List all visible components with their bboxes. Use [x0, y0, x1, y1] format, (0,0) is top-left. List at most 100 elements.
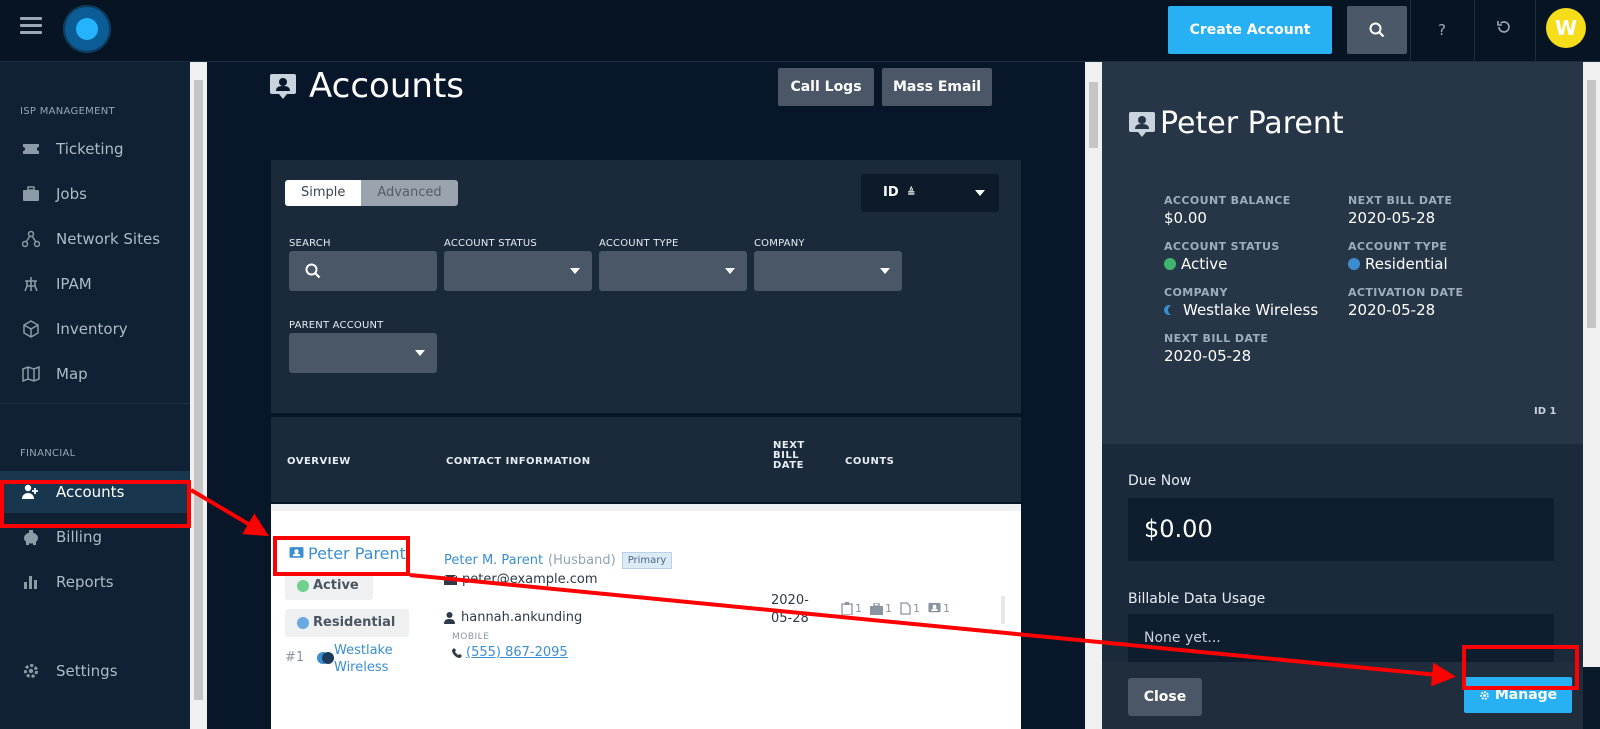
column-contact[interactable]: CONTACT INFORMATION [446, 456, 591, 467]
account-status-label: ACCOUNT STATUS [444, 238, 537, 249]
search-mode-toggle: Simple Advanced [285, 180, 458, 206]
field-value: Active [1164, 255, 1227, 273]
search-icon [305, 263, 321, 279]
sidebar-item-jobs[interactable]: Jobs [0, 173, 190, 215]
sidebar-item-label: IPAM [56, 275, 92, 293]
hamburger-menu-icon[interactable] [20, 17, 42, 35]
sidebar-item-label: Inventory [56, 320, 128, 338]
close-button[interactable]: Close [1128, 678, 1202, 716]
scrollbar-thumb[interactable] [194, 80, 203, 700]
column-counts[interactable]: COUNTS [845, 456, 894, 467]
company-link-line: Westlake [334, 643, 393, 658]
column-overview[interactable]: OVERVIEW [287, 456, 351, 467]
sidebar-item-label: Billing [56, 528, 102, 546]
email-text: peter@example.com [462, 572, 598, 587]
account-card-icon [928, 602, 941, 613]
app-logo[interactable] [63, 5, 111, 53]
type-text: Residential [313, 615, 396, 630]
sidebar-item-ticketing[interactable]: Ticketing [0, 128, 190, 170]
user-icon [444, 611, 455, 624]
search-button[interactable] [1347, 6, 1407, 54]
table-row[interactable]: Peter Parent Active Residential #1 Westl… [271, 504, 1021, 729]
ticket-icon [22, 140, 40, 158]
count-value: 1 [943, 602, 950, 615]
sidebar-item-label: Reports [56, 573, 114, 591]
field-label: ACCOUNT STATUS [1164, 240, 1280, 253]
gear-icon [22, 662, 40, 680]
parent-account-select[interactable] [289, 333, 437, 373]
account-type-select[interactable] [599, 251, 747, 291]
chevron-down-icon [975, 190, 985, 196]
sidebar-item-map[interactable]: Map [0, 353, 190, 395]
row-top-strip [271, 504, 1021, 511]
sidebar-item-accounts[interactable]: Accounts [0, 471, 190, 513]
scrollbar-thumb[interactable] [1587, 80, 1596, 328]
divider [1535, 0, 1536, 62]
account-status-select[interactable] [444, 251, 592, 291]
sort-dropdown[interactable]: ID ≜ [861, 174, 999, 212]
account-detail-panel: Peter Parent ACCOUNT BALANCE $0.00 NEXT … [1102, 62, 1583, 729]
company-link[interactable]: Westlake Wireless [334, 642, 393, 676]
sidebar-item-ipam[interactable]: IPAM [0, 263, 190, 305]
help-icon[interactable]: ? [1430, 18, 1454, 42]
scrollbar-thumb[interactable] [1089, 82, 1098, 148]
sort-label: ID [883, 185, 899, 200]
usage-label: Billable Data Usage [1128, 591, 1266, 607]
account-name[interactable]: Peter Parent [308, 544, 406, 563]
history-icon[interactable] [1492, 18, 1516, 42]
toggle-advanced[interactable]: Advanced [361, 180, 458, 206]
field-value-text: Active [1181, 255, 1228, 273]
sidebar-item-label: Settings [56, 662, 118, 680]
field-value-text: $0.00 [1164, 209, 1207, 227]
field-value: Residential [1348, 255, 1448, 273]
column-next-bill-date[interactable]: NEXT BILL DATE [773, 441, 805, 471]
chevron-down-icon [725, 268, 735, 274]
mass-email-button[interactable]: Mass Email [882, 68, 992, 106]
search-input[interactable] [289, 251, 437, 291]
divider [1410, 0, 1411, 62]
box-icon [22, 320, 40, 338]
contact-username: hannah.ankunding [444, 610, 582, 625]
toggle-simple[interactable]: Simple [285, 180, 362, 206]
sidebar-item-network-sites[interactable]: Network Sites [0, 218, 190, 260]
usage-value: None yet... [1128, 614, 1554, 662]
type-badge: Residential [285, 609, 410, 637]
search-label: SEARCH [289, 238, 331, 249]
main-scrollbar[interactable] [1085, 62, 1102, 729]
sidebar-item-inventory[interactable]: Inventory [0, 308, 190, 350]
field-value: $0.00 [1164, 209, 1207, 227]
user-avatar[interactable]: W [1546, 8, 1586, 48]
manage-button-label: Manage [1494, 687, 1558, 703]
account-name-link[interactable]: Peter Parent [289, 544, 406, 563]
count-value: 1 [855, 602, 862, 615]
username-text: hannah.ankunding [461, 610, 583, 625]
manage-button[interactable]: Manage [1464, 677, 1572, 713]
call-logs-button[interactable]: Call Logs [778, 68, 874, 106]
sidebar-section-isp: ISP MANAGEMENT [20, 106, 115, 117]
field-label: ACTIVATION DATE [1348, 286, 1464, 299]
contact-phone: (555) 867-2095 [452, 645, 568, 660]
field-value-text: 2020-05-28 [1164, 347, 1252, 365]
sidebar-item-reports[interactable]: Reports [0, 561, 190, 603]
field-value-text: 2020-05-28 [1348, 301, 1436, 319]
row-scrollbar[interactable] [1001, 596, 1005, 624]
network-icon [22, 230, 40, 248]
company-select[interactable] [754, 251, 902, 291]
sidebar-item-settings[interactable]: Settings [0, 650, 190, 692]
primary-badge: Primary [621, 552, 673, 569]
chevron-down-icon [415, 350, 425, 356]
count-value: 1 [885, 602, 892, 615]
contact-relation: (Husband) [548, 553, 616, 568]
field-value: 2020-05-28 [1348, 209, 1435, 227]
detail-scrollbar[interactable] [1583, 62, 1600, 667]
sidebar-item-billing[interactable]: Billing [0, 516, 190, 558]
contact-email: peter@example.com [444, 572, 598, 587]
phone-link[interactable]: (555) 867-2095 [466, 645, 568, 660]
sidebar-scrollbar[interactable] [190, 62, 207, 729]
table-header: OVERVIEW CONTACT INFORMATION NEXT BILL D… [271, 417, 1021, 502]
create-account-button[interactable]: Create Account [1168, 6, 1332, 54]
parent-account-label: PARENT ACCOUNT [289, 320, 384, 331]
detail-name: Peter Parent [1160, 106, 1344, 141]
sidebar: ISP MANAGEMENT Ticketing Jobs Network Si… [0, 62, 190, 729]
contact-name[interactable]: Peter M. Parent [444, 553, 543, 568]
